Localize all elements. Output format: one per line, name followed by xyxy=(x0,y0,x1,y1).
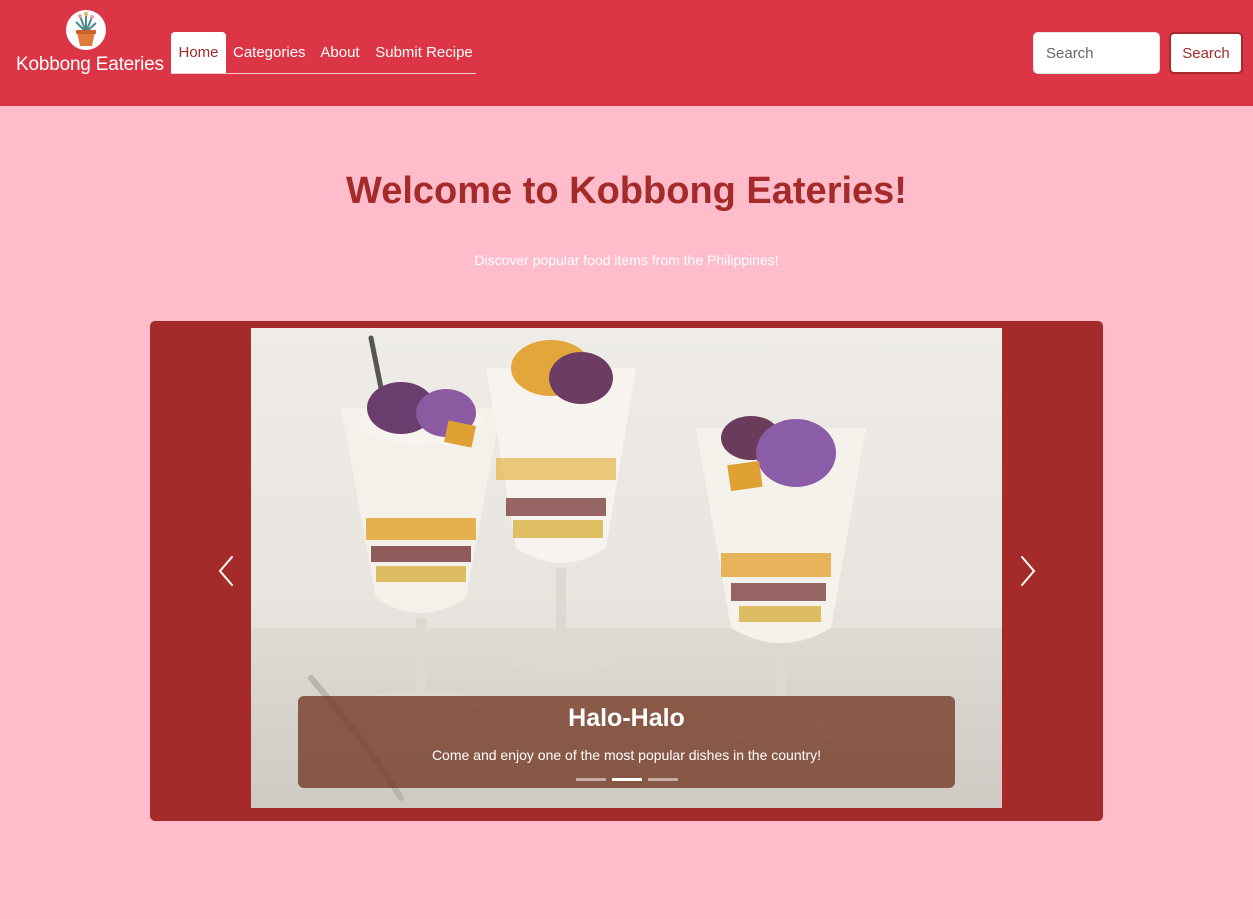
search-input[interactable] xyxy=(1033,32,1160,74)
nav-item-submit-recipe[interactable]: Submit Recipe xyxy=(375,32,473,73)
main-nav: Home Categories About Submit Recipe xyxy=(171,32,476,74)
chevron-right-icon xyxy=(1008,549,1048,593)
chevron-left-icon xyxy=(210,549,250,593)
search-button[interactable]: Search xyxy=(1169,32,1243,74)
carousel-slide: Halo-Halo Come and enjoy one of the most… xyxy=(251,328,1002,808)
carousel-next-button[interactable] xyxy=(1008,549,1048,593)
brand-name: Kobbong Eateries xyxy=(16,54,164,75)
food-carousel: Halo-Halo Come and enjoy one of the most… xyxy=(150,321,1103,821)
carousel-indicator-2[interactable] xyxy=(612,778,642,781)
carousel-indicators xyxy=(576,778,678,782)
navbar: Kobbong Eateries Home Categories About S… xyxy=(0,0,1253,106)
nav-item-categories[interactable]: Categories xyxy=(233,32,306,73)
potted-plant-icon xyxy=(66,10,106,50)
slide-caption: Halo-Halo Come and enjoy one of the most… xyxy=(298,696,955,788)
brand-link[interactable]: Kobbong Eateries xyxy=(16,10,164,76)
slide-title: Halo-Halo xyxy=(568,704,685,732)
carousel-indicator-3[interactable] xyxy=(648,778,678,781)
page-subtitle: Discover popular food items from the Phi… xyxy=(474,252,779,268)
nav-item-home[interactable]: Home xyxy=(171,32,226,73)
slide-text: Come and enjoy one of the most popular d… xyxy=(431,747,822,763)
carousel-indicator-1[interactable] xyxy=(576,778,606,781)
carousel-prev-button[interactable] xyxy=(210,549,250,593)
nav-item-about[interactable]: About xyxy=(316,32,364,73)
page-title: Welcome to Kobbong Eateries! xyxy=(346,170,907,212)
